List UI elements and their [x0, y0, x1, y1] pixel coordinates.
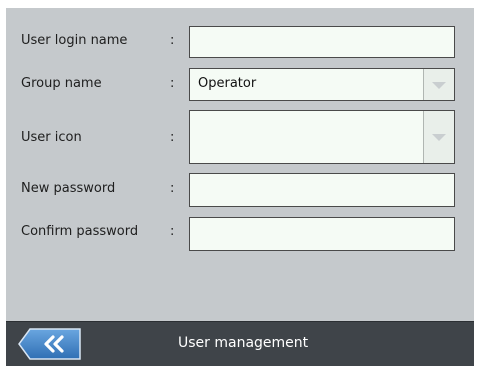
- chevron-down-icon: [432, 81, 446, 89]
- confirm-password-label: Confirm password: [21, 224, 139, 239]
- new-password-input[interactable]: [189, 173, 455, 207]
- chevron-down-icon: [432, 134, 446, 141]
- group-name-value: Operator: [198, 76, 257, 91]
- back-button[interactable]: [18, 328, 82, 360]
- user-management-screen: User login name : Group name : Operator …: [6, 8, 474, 366]
- new-password-row: New password :: [6, 173, 474, 207]
- footer-title: User management: [178, 335, 309, 351]
- group-name-row: Group name : Operator: [6, 68, 474, 102]
- user-icon-row: User icon :: [6, 110, 474, 164]
- user-login-name-input[interactable]: [189, 26, 455, 58]
- separator-colon: :: [170, 224, 175, 239]
- dropdown-arrow-button[interactable]: [423, 111, 454, 163]
- user-login-name-label: User login name: [21, 33, 128, 48]
- footer-bar: User management: [6, 321, 474, 366]
- user-icon-label: User icon: [21, 130, 82, 145]
- new-password-label: New password: [21, 181, 116, 196]
- group-name-label: Group name: [21, 76, 102, 91]
- separator-colon: :: [170, 76, 175, 91]
- user-icon-dropdown[interactable]: [189, 110, 455, 164]
- separator-colon: :: [170, 181, 175, 196]
- confirm-password-input[interactable]: [189, 217, 455, 251]
- confirm-password-row: Confirm password :: [6, 217, 474, 251]
- dropdown-arrow-button[interactable]: [423, 69, 454, 100]
- separator-colon: :: [170, 130, 175, 145]
- group-name-dropdown[interactable]: Operator: [189, 68, 455, 101]
- double-chevron-left-icon: [18, 328, 81, 360]
- user-login-name-row: User login name :: [6, 26, 474, 60]
- separator-colon: :: [170, 33, 175, 48]
